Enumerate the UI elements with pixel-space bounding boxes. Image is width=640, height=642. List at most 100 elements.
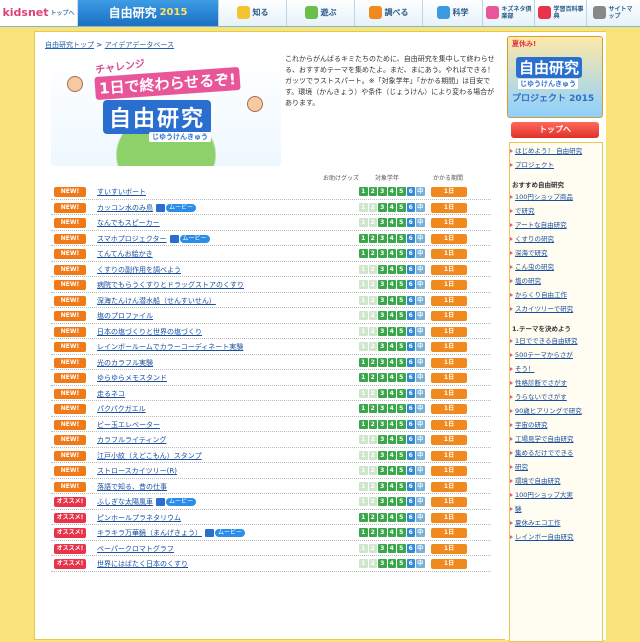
idea-row[interactable]: NEW! 江戸小紋（えどこもん）スタンプ 1 2 3 4 5 6 中 1日 <box>51 448 491 463</box>
idea-row[interactable]: NEW! スマホプロジェクター ムービー 1 2 3 4 5 6 中 1日 <box>51 231 491 246</box>
nav-encyclopedia[interactable]: 学習百科事典 <box>534 0 586 26</box>
idea-title-link[interactable]: ストロースカイツリー(R) <box>97 466 177 476</box>
idea-title-link[interactable]: 江戸小紋（えどこもん）スタンプ <box>97 451 202 461</box>
nav-shiraberu[interactable]: 調べる <box>354 0 422 26</box>
idea-title-link[interactable]: キラキラ万華鏡（まんげきょう） ムービー <box>97 528 246 538</box>
sidebar-link[interactable]: はじめよう！ 自由研究 <box>509 147 582 155</box>
sidebar-link[interactable]: 90歳ヒアリングで研究 <box>510 407 582 415</box>
sidebar-link[interactable]: うらないでさがす <box>510 393 567 401</box>
grade-3-indicator: 3 <box>378 481 387 491</box>
sidebar-link[interactable]: 100円ショップ大実 <box>510 491 573 499</box>
idea-row[interactable]: NEW! 塩のプロファイル 1 2 3 4 5 6 中 1日 <box>51 308 491 324</box>
idea-row[interactable]: NEW! ビー玉エレベーター 1 2 3 4 5 6 中 1日 <box>51 417 491 432</box>
sidebar-link[interactable]: そう！ <box>510 365 535 373</box>
idea-row[interactable]: NEW! すいすいボート 1 2 3 4 5 6 中 1日 <box>51 184 491 200</box>
sidebar-link[interactable]: スカイツリーで研究 <box>509 305 573 313</box>
idea-row[interactable]: オススメ! ふしぎな太陽風車 ムービー 1 2 3 4 5 6 中 1日 <box>51 494 491 510</box>
idea-row[interactable]: オススメ! キラキラ万華鏡（まんげきょう） ムービー 1 2 3 4 5 6 中 1日 <box>51 525 491 541</box>
idea-row[interactable]: オススメ! ピンホールプラネタリウム 1 2 3 4 5 6 中 1日 <box>51 510 491 525</box>
idea-row[interactable]: NEW! ゆらゆらメモスタンド 1 2 3 4 5 6 中 1日 <box>51 370 491 386</box>
sidebar-link[interactable]: レインボー自由研究 <box>510 533 574 541</box>
period-badge: 1日 <box>431 512 467 523</box>
movie-badge[interactable]: ムービー <box>156 498 197 506</box>
sidebar-link[interactable]: 環境で自由研究 <box>510 477 561 485</box>
idea-row[interactable]: NEW! くすりの副作用を調べよう 1 2 3 4 5 6 中 1日 <box>51 262 491 277</box>
sidebar-link[interactable]: 深海で研究 <box>510 249 548 257</box>
idea-row[interactable]: NEW! てんてんお絵かき 1 2 3 4 5 6 中 1日 <box>51 246 491 262</box>
sidebar-link[interactable]: 工場見学で自由研究 <box>510 435 574 443</box>
idea-title-link[interactable]: パクパクガエル <box>97 404 146 414</box>
sidebar-link[interactable]: 500テーマからさが <box>510 351 573 359</box>
nav-asobu[interactable]: 遊ぶ <box>286 0 354 26</box>
sidebar-link[interactable]: くすりの研究 <box>510 235 554 243</box>
top-button[interactable]: トップへ <box>511 122 599 138</box>
idea-title-link[interactable]: なんでもスピーカー <box>97 218 160 228</box>
movie-badge[interactable]: ムービー <box>156 203 197 212</box>
sidebar-link[interactable]: アートな自由研究 <box>510 221 567 229</box>
site-title-button[interactable]: 自由研究 2015 <box>78 0 218 26</box>
idea-row[interactable]: NEW! レインボールームでカラーコーディネート実験 1 2 3 4 5 6 中 1日 <box>51 339 491 355</box>
nav-kagaku[interactable]: 科学 <box>422 0 482 26</box>
idea-row[interactable]: NEW! 光のカラフル実験 1 2 3 4 5 6 中 1日 <box>51 355 491 370</box>
idea-row[interactable]: NEW! 病院でもらうくすりとドラッグストアのくすり 1 2 3 4 5 6 中 1日 <box>51 277 491 293</box>
idea-title-link[interactable]: すいすいボート <box>97 187 146 197</box>
sidebar-link[interactable]: 1日でできる自由研究 <box>510 337 578 345</box>
idea-title-link[interactable]: ビー玉エレベーター <box>97 420 160 430</box>
sidebar-link[interactable]: 験 <box>510 505 522 513</box>
idea-title: 病院でもらうくすりとドラッグストアのくすり <box>97 281 244 289</box>
nav-sitemap[interactable]: サイトマップ <box>586 0 640 26</box>
sidebar-link[interactable]: 夏休みエコ工作 <box>510 519 561 527</box>
idea-row[interactable]: NEW! 深海たんけん潜水船（せんすいせん） 1 2 3 4 5 6 中 1日 <box>51 293 491 308</box>
idea-title-link[interactable]: カッコン水のみ鳥 ムービー <box>97 203 197 213</box>
grade-2-indicator: 2 <box>368 280 377 289</box>
idea-title-link[interactable]: てんてんお絵かき <box>97 249 153 259</box>
idea-row[interactable]: オススメ! 世界にはばたく日本のくすり 1 2 3 4 5 6 中 1日 <box>51 556 491 572</box>
idea-title-link[interactable]: 日本の塩づくりと世界の塩づくり <box>97 327 202 337</box>
middle-school-indicator: 中 <box>416 388 425 398</box>
nav-shiru[interactable]: 知る <box>218 0 286 26</box>
idea-title-link[interactable]: くすりの副作用を調べよう <box>97 265 181 275</box>
idea-title-link[interactable]: ふしぎな太陽風車 ムービー <box>97 497 197 507</box>
idea-title-link[interactable]: レインボールームでカラーコーディネート実験 <box>97 342 243 352</box>
idea-row[interactable]: NEW! 落語で知る、昔の仕事 1 2 3 4 5 6 中 1日 <box>51 479 491 494</box>
breadcrumb-home[interactable]: 自由研究トップ <box>45 41 94 49</box>
idea-title-link[interactable]: ピンホールプラネタリウム <box>97 513 181 523</box>
idea-row[interactable]: NEW! 走るネコ 1 2 3 4 5 6 中 1日 <box>51 386 491 401</box>
project-promo[interactable]: 夏休み! 自由研究 じゆうけんきゅう プロジェクト 2015 <box>507 36 603 118</box>
idea-row[interactable]: NEW! カッコン水のみ鳥 ムービー 1 2 3 4 5 6 中 1日 <box>51 200 491 215</box>
kidsnet-logo[interactable]: kidsnet トップへ <box>0 0 78 26</box>
idea-row[interactable]: NEW! カラフルライティング 1 2 3 4 5 6 中 1日 <box>51 432 491 448</box>
movie-badge[interactable]: ムービー <box>205 529 246 537</box>
idea-row[interactable]: NEW! 日本の塩づくりと世界の塩づくり 1 2 3 4 5 6 中 1日 <box>51 324 491 339</box>
idea-row[interactable]: NEW! パクパクガエル 1 2 3 4 5 6 中 1日 <box>51 401 491 417</box>
idea-title-link[interactable]: 塩のプロファイル <box>97 311 153 321</box>
idea-row[interactable]: NEW! なんでもスピーカー 1 2 3 4 5 6 中 1日 <box>51 215 491 231</box>
idea-title-link[interactable]: カラフルライティング <box>97 435 166 445</box>
idea-title-link[interactable]: 光のカラフル実験 <box>97 358 153 368</box>
sidebar-link[interactable]: 研究 <box>510 463 528 471</box>
sidebar-link[interactable]: 100円ショップ商品 <box>510 193 573 201</box>
grade-3-indicator: 3 <box>378 373 387 382</box>
nav-club[interactable]: キズネタ倶楽部 <box>482 0 534 26</box>
idea-title-link[interactable]: ペーパークロマトグラフ <box>97 544 174 554</box>
sidebar-link[interactable]: からくり自由工作 <box>510 291 567 299</box>
idea-title-link[interactable]: ゆらゆらメモスタンド <box>97 373 167 383</box>
banner-ruby: じゆうけんきゅう <box>149 132 211 142</box>
period-badge: 1日 <box>431 202 467 213</box>
idea-row[interactable]: オススメ! ペーパークロマトグラフ 1 2 3 4 5 6 中 1日 <box>51 541 491 556</box>
idea-row[interactable]: NEW! ストロースカイツリー(R) 1 2 3 4 5 6 中 1日 <box>51 463 491 479</box>
idea-title-link[interactable]: スマホプロジェクター ムービー <box>97 234 210 244</box>
sidebar-link[interactable]: プロジェクト <box>510 161 554 169</box>
idea-title-link[interactable]: 落語で知る、昔の仕事 <box>97 482 167 492</box>
idea-title-link[interactable]: 深海たんけん潜水船（せんすいせん） <box>97 296 216 306</box>
sidebar-link[interactable]: 塩の研究 <box>510 277 541 285</box>
idea-title-link[interactable]: 世界にはばたく日本のくすり <box>97 559 188 569</box>
movie-badge[interactable]: ムービー <box>169 234 210 243</box>
sidebar-link[interactable]: 集めるだけでできる <box>509 449 573 457</box>
sidebar-link[interactable]: で研究 <box>510 207 535 215</box>
sidebar-link[interactable]: 性格診断でさがす <box>510 379 567 387</box>
sidebar-link[interactable]: 宇宙の研究 <box>510 421 548 429</box>
idea-title-link[interactable]: 走るネコ <box>97 389 125 399</box>
sidebar-link[interactable]: こん虫の研究 <box>510 263 554 271</box>
idea-title-link[interactable]: 病院でもらうくすりとドラッグストアのくすり <box>97 280 244 290</box>
